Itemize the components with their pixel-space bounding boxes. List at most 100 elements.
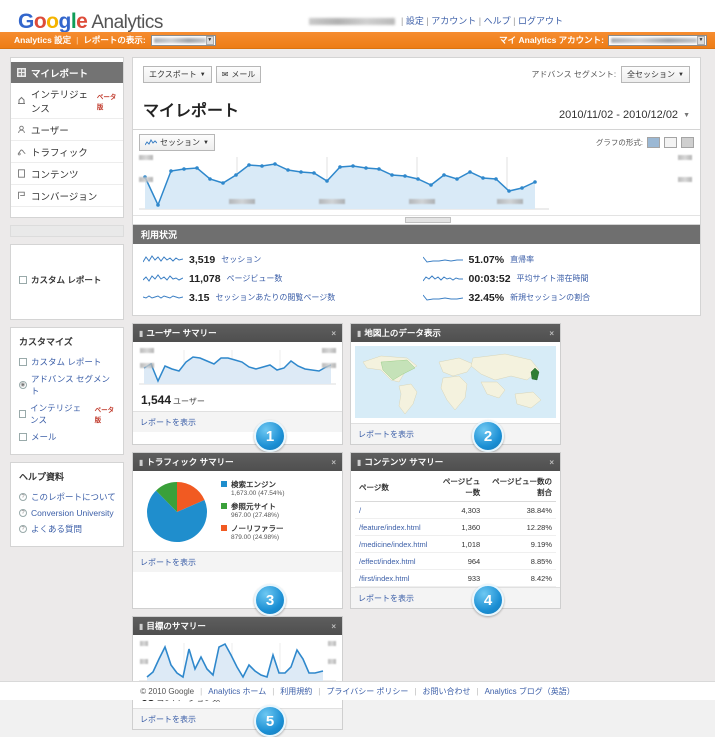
customize-item-label: アドバンス セグメント (30, 373, 111, 396)
view-report-link[interactable]: レポートを表示 (140, 715, 196, 724)
close-icon[interactable]: × (549, 458, 554, 467)
close-icon[interactable]: × (331, 458, 336, 467)
cell-page[interactable]: / (355, 501, 432, 519)
widget-number-badge: 1 (254, 420, 286, 452)
sidebar-item-content[interactable]: コンテンツ (11, 163, 123, 185)
widget-y-axis-top-right (328, 641, 336, 646)
footer-link-contact[interactable]: お問い合わせ (423, 686, 471, 697)
analytics-page: Google Analytics | 設定 | アカウント | ヘルプ | ログア… (0, 0, 715, 737)
mail-icon: ✉ (221, 70, 229, 79)
close-icon[interactable]: × (549, 329, 554, 338)
export-button[interactable]: エクスポート ▼ (143, 66, 212, 83)
customize-item-email[interactable]: メール (19, 428, 117, 445)
cell-page[interactable]: /effect/index.html (355, 552, 432, 570)
help-item-faq[interactable]: ? よくある質問 (19, 520, 117, 537)
chart-scroll-thumb[interactable] (405, 217, 452, 223)
account-link[interactable]: アカウント (431, 16, 476, 26)
usage-metric-label[interactable]: ページビュー数 (227, 273, 283, 284)
sidebar-item-intelligence[interactable]: インテリジェンス ベータ版 (11, 83, 123, 119)
footer-link-privacy[interactable]: プライバシー ポリシー (326, 686, 408, 697)
chevron-down-icon: ▼ (203, 139, 209, 146)
usage-metric-label[interactable]: 直帰率 (510, 254, 534, 265)
sidebar-custom-report-link[interactable]: カスタム レポート (19, 271, 117, 288)
widget-header[interactable]: ▮ トラフィック サマリー × (133, 453, 342, 471)
intelligence-icon (17, 96, 26, 105)
sparkline-icon (422, 256, 463, 263)
pie-legend: 検索エンジン 1,673.00 (47.54%) 参照元サイト 967.00 (… (221, 479, 284, 545)
help-item-about-report[interactable]: ? このレポートについて (19, 488, 117, 505)
customize-item-label: カスタム レポート (31, 356, 102, 367)
cell-page[interactable]: /feature/index.html (355, 518, 432, 536)
sidebar-spacer-1 (10, 225, 124, 237)
usage-metric-label[interactable]: 新規セッションの割合 (510, 292, 590, 303)
graph-type-label: グラフの形式: (595, 138, 643, 147)
widget-header[interactable]: ▮ ユーザー サマリー × (133, 324, 342, 342)
sidebar-item-traffic[interactable]: トラフィック (11, 141, 123, 163)
date-range-selector[interactable]: 2010/11/02 - 2010/12/02 ▼ (559, 109, 690, 121)
drag-handle-icon[interactable]: ▮ (357, 329, 362, 338)
drag-handle-icon[interactable]: ▮ (139, 329, 144, 338)
advanced-segments-select[interactable]: 全セッション ▼ (621, 66, 690, 83)
widget-y-axis-mid (140, 363, 154, 368)
widget-header[interactable]: ▮ 目標のサマリー × (133, 617, 342, 635)
usage-metrics: 3,519 セッション 11,078 ページビュー数 3.15 セッションあたり… (132, 244, 701, 316)
cell-page[interactable]: /first/index.html (355, 569, 432, 587)
view-report-link[interactable]: レポートを表示 (358, 594, 414, 603)
widget-title: コンテンツ サマリー (364, 457, 444, 467)
analytics-settings-link[interactable]: Analytics 設定 (14, 34, 71, 46)
main-chart-panel: セッション ▼ グラフの形式: (132, 129, 701, 225)
cell-pageviews: 1,018 (431, 535, 485, 553)
help-item-conversion-university[interactable]: ? Conversion University (19, 505, 117, 520)
close-icon[interactable]: × (331, 329, 336, 338)
table-row[interactable]: /first/index.html 933 8.42% (355, 569, 556, 587)
footer-sep-4: | (414, 686, 417, 696)
graph-type-table-button[interactable] (681, 137, 694, 148)
usage-metric-label[interactable]: セッションあたりの閲覧ページ数 (215, 292, 335, 303)
table-row[interactable]: /feature/index.html 1,360 12.28% (355, 518, 556, 536)
graph-type-bar-button[interactable] (664, 137, 677, 148)
usage-metric-label[interactable]: 平均サイト滞在時間 (517, 273, 589, 284)
footer-link-blog[interactable]: Analytics ブログ（英語） (485, 686, 575, 697)
view-report-link[interactable]: レポートを表示 (140, 418, 196, 427)
table-row[interactable]: /medicine/index.html 1,018 9.19% (355, 535, 556, 553)
drag-handle-icon[interactable]: ▮ (139, 622, 144, 631)
drag-handle-icon[interactable]: ▮ (139, 458, 144, 467)
sidebar-item-conversion[interactable]: コンバージョン (11, 185, 123, 207)
widget-header[interactable]: ▮ コンテンツ サマリー × (351, 453, 560, 471)
widget-y-axis-mid (140, 659, 148, 664)
world-map-svg[interactable] (355, 346, 556, 418)
column-header-pageviews-pct: ページビュー数の割合 (484, 473, 556, 502)
graph-type-control: グラフの形式: (596, 137, 694, 148)
usage-metric-label[interactable]: セッション (221, 254, 261, 265)
metric-selector[interactable]: セッション ▼ (139, 134, 215, 151)
page-frame: マイレポート インテリジェンス ベータ版 ユーザー トラフィック コンテンツ コ… (0, 49, 715, 737)
widget-header[interactable]: ▮ 地図上のデータ表示 × (351, 324, 560, 342)
drag-handle-icon[interactable]: ▮ (357, 458, 362, 467)
email-button[interactable]: ✉ メール (215, 66, 262, 83)
logout-link[interactable]: ログアウト (518, 16, 563, 26)
customize-item-intelligence[interactable]: インテリジェンス ベータ版 (19, 399, 117, 428)
table-row[interactable]: /effect/index.html 964 8.85% (355, 552, 556, 570)
table-row[interactable]: / 4,303 38.84% (355, 501, 556, 519)
chart-scrollbar[interactable] (133, 215, 700, 224)
profile-select[interactable]: ▼ (150, 34, 216, 46)
cell-pct: 12.28% (484, 518, 556, 536)
graph-type-line-button[interactable] (647, 137, 660, 148)
settings-link[interactable]: 設定 (406, 16, 424, 26)
customize-item-custom-report[interactable]: カスタム レポート (19, 353, 117, 370)
help-item-label: よくある質問 (31, 523, 83, 534)
report-icon (17, 68, 26, 77)
cell-page[interactable]: /medicine/index.html (355, 535, 432, 553)
widget-grid: ▮ ユーザー サマリー × 1,544 ユーザー レポートを表示 1 ▮ 地図上… (132, 323, 701, 737)
help-link[interactable]: ヘルプ (484, 16, 511, 26)
close-icon[interactable]: × (331, 622, 336, 631)
sidebar-item-users[interactable]: ユーザー (11, 119, 123, 141)
view-report-link[interactable]: レポートを表示 (358, 430, 414, 439)
customize-item-advanced-segments[interactable]: ◉ アドバンス セグメント (19, 370, 117, 399)
footer-link-terms[interactable]: 利用規約 (280, 686, 312, 697)
sidebar-item-my-report[interactable]: マイレポート (11, 62, 123, 83)
footer-link-analytics-home[interactable]: Analytics ホーム (208, 686, 266, 697)
widget-goals-summary: ▮ 目標のサマリー × レポートを表示 5 (132, 616, 343, 737)
account-select[interactable]: ▼ (608, 34, 707, 46)
view-report-link[interactable]: レポートを表示 (140, 558, 196, 567)
